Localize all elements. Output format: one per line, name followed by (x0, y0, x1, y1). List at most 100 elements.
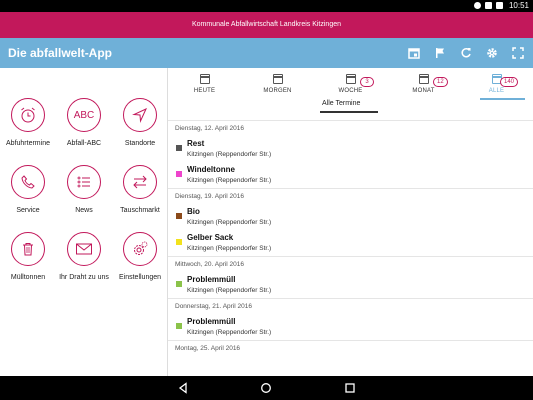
tab-label: HEUTE (193, 88, 216, 94)
brand-bar: Kommunale Abfallwirtschaft Landkreis Kit… (0, 12, 533, 38)
waste-location: Kitzingen (Reppendorfer Str.) (187, 245, 272, 252)
waste-type: Problemmüll (187, 317, 236, 326)
settings-gear-icon[interactable] (485, 46, 499, 60)
day-header: Donnerstag, 21. April 2016 (168, 298, 533, 314)
list-item[interactable]: Problemmüll Kitzingen (Reppendorfer Str.… (168, 272, 533, 298)
count-badge: 12 (433, 77, 448, 87)
tab-label: MONAT (412, 88, 435, 94)
period-tabs: HEUTE MORGEN WOCHE 3 MONAT 12 ALLE 140 (168, 68, 533, 100)
calendar-icon (199, 74, 210, 84)
menu-tile-standorte[interactable]: Standorte (112, 98, 168, 147)
waste-location: Kitzingen (Reppendorfer Str.) (187, 287, 272, 294)
menu-tile-label: News (75, 207, 93, 214)
tab-alle[interactable]: ALLE 140 (460, 68, 533, 100)
appointment-list: Dienstag, 12. April 2016 Rest Kitzingen … (168, 120, 533, 356)
waste-type: Gelber Sack (187, 233, 234, 242)
tab-monat[interactable]: MONAT 12 (387, 68, 460, 100)
list-icon (67, 165, 101, 199)
brand-title: Kommunale Abfallwirtschaft Landkreis Kit… (191, 21, 342, 28)
main-menu-panel: Abfuhrtermine ABC Abfall-ABC Standorte S… (0, 68, 168, 376)
waste-location: Kitzingen (Reppendorfer Str.) (187, 329, 272, 336)
recents-icon[interactable] (342, 380, 358, 396)
mail-icon (67, 232, 101, 266)
alarm-clock-icon (11, 98, 45, 132)
waste-type: Windeltonne (187, 165, 235, 174)
menu-tile-abfall-abc[interactable]: ABC Abfall-ABC (56, 98, 112, 147)
swap-arrows-icon (123, 165, 157, 199)
waste-color-marker (176, 171, 182, 177)
day-header: Dienstag, 19. April 2016 (168, 188, 533, 204)
waste-color-marker (176, 145, 182, 151)
menu-tile-label: Abfuhrtermine (6, 140, 50, 147)
menu-tile-abfuhrtermine[interactable]: Abfuhrtermine (0, 98, 56, 147)
day-header: Dienstag, 12. April 2016 (168, 120, 533, 136)
system-nav-bar (0, 376, 533, 400)
waste-type: Rest (187, 139, 205, 148)
count-badge: 3 (360, 77, 374, 87)
abc-icon: ABC (67, 98, 101, 132)
menu-tile-label: Tauschmarkt (120, 207, 160, 214)
flag-icon[interactable] (433, 46, 447, 60)
list-item[interactable]: Windeltonne Kitzingen (Reppendorfer Str.… (168, 162, 533, 188)
settings-icon (123, 232, 157, 266)
status-icons (474, 2, 503, 9)
waste-color-marker (176, 213, 182, 219)
menu-tile-label: Service (16, 207, 40, 214)
menu-tile-tauschmarkt[interactable]: Tauschmarkt (112, 165, 168, 214)
trash-bin-icon (11, 232, 45, 266)
app-title: Die abfallwelt-App (8, 46, 113, 60)
menu-tile-ihr-draht[interactable]: Ihr Draht zu uns (56, 232, 112, 281)
battery-icon (496, 2, 503, 9)
refresh-icon[interactable] (459, 46, 473, 60)
navigation-arrow-icon (123, 98, 157, 132)
menu-tile-news[interactable]: News (56, 165, 112, 214)
waste-location: Kitzingen (Reppendorfer Str.) (187, 151, 272, 158)
tab-heute[interactable]: HEUTE (168, 68, 241, 100)
calendar-add-icon[interactable] (407, 46, 421, 60)
day-header: Mittwoch, 20. April 2016 (168, 256, 533, 272)
waste-color-marker (176, 281, 182, 287)
app-bar-actions (407, 46, 525, 60)
status-bar: 10:51 (0, 0, 533, 12)
waste-color-marker (176, 239, 182, 245)
waste-type: Bio (187, 207, 200, 216)
waste-type: Problemmüll (187, 275, 236, 284)
fullscreen-icon[interactable] (511, 46, 525, 60)
wifi-icon (485, 2, 492, 9)
tab-label: WOCHE (338, 88, 363, 94)
tab-woche[interactable]: WOCHE 3 (314, 68, 387, 100)
menu-tile-label: Mülltonnen (10, 274, 46, 281)
subtab-alle-termine[interactable]: Alle Termine (322, 100, 360, 107)
waste-location: Kitzingen (Reppendorfer Str.) (187, 177, 272, 184)
schedule-panel: HEUTE MORGEN WOCHE 3 MONAT 12 ALLE 140 A… (168, 68, 533, 376)
list-item[interactable]: Rest Kitzingen (Reppendorfer Str.) (168, 136, 533, 162)
menu-tile-label: Abfall-ABC (66, 140, 102, 147)
data-saver-icon (474, 2, 481, 9)
count-badge: 140 (500, 77, 519, 87)
day-header: Montag, 25. April 2016 (168, 340, 533, 356)
calendar-icon (418, 74, 429, 84)
list-item[interactable]: Problemmüll Kitzingen (Reppendorfer Str.… (168, 314, 533, 340)
app-bar: Die abfallwelt-App (0, 38, 533, 68)
tab-label: ALLE (488, 88, 505, 94)
menu-tile-muelltonnen[interactable]: Mülltonnen (0, 232, 56, 281)
phone-icon (11, 165, 45, 199)
menu-tile-label: Standorte (124, 140, 156, 147)
list-item[interactable]: Bio Kitzingen (Reppendorfer Str.) (168, 204, 533, 230)
sub-tabs: Alle Termine (168, 100, 533, 114)
subtab-indicator (320, 111, 378, 113)
calendar-icon (345, 74, 356, 84)
calendar-icon (272, 74, 283, 84)
menu-tile-label: Ihr Draht zu uns (59, 274, 109, 281)
waste-location: Kitzingen (Reppendorfer Str.) (187, 219, 272, 226)
menu-tile-einstellungen[interactable]: Einstellungen (112, 232, 168, 281)
app-screen: 10:51 Kommunale Abfallwirtschaft Landkre… (0, 0, 533, 400)
menu-grid: Abfuhrtermine ABC Abfall-ABC Standorte S… (0, 98, 168, 281)
list-item[interactable]: Gelber Sack Kitzingen (Reppendorfer Str.… (168, 230, 533, 256)
menu-tile-service[interactable]: Service (0, 165, 56, 214)
home-icon[interactable] (258, 380, 274, 396)
waste-color-marker (176, 323, 182, 329)
abc-glyph: ABC (73, 109, 95, 121)
back-icon[interactable] (175, 380, 191, 396)
tab-morgen[interactable]: MORGEN (241, 68, 314, 100)
